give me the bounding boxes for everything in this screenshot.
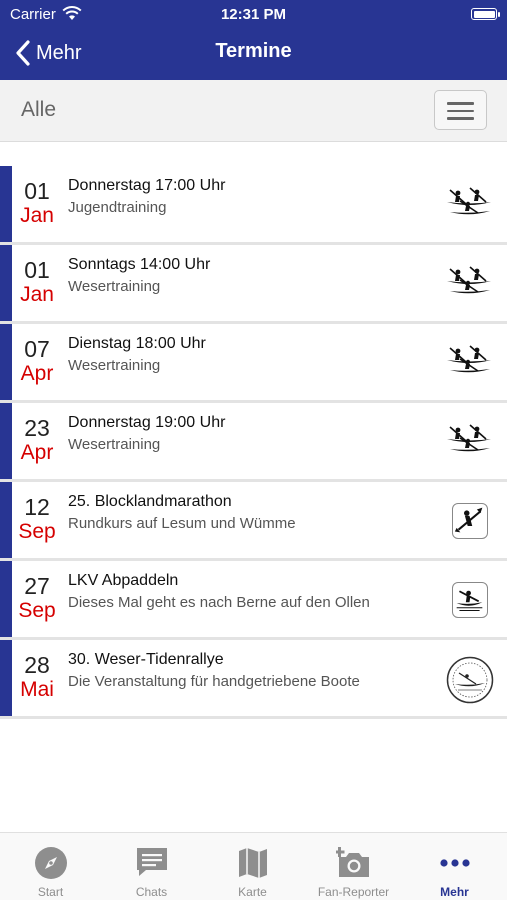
event-subtitle: Wesertraining — [68, 357, 161, 374]
event-title: LKV Abpaddeln — [68, 572, 179, 589]
more-dots-icon — [439, 859, 470, 867]
tab-label: Start — [37, 885, 64, 899]
event-title: 30. Weser-Tidenrallye — [68, 651, 224, 668]
tab-start[interactable]: Start — [0, 833, 101, 901]
event-row[interactable]: 01 Jan Donnerstag 17:00 Uhr Jugendtraini… — [0, 166, 507, 245]
event-row[interactable]: 27 Sep LKV Abpaddeln Dieses Mal geht es … — [0, 561, 507, 640]
tab-label: Fan-Reporter — [317, 885, 390, 899]
event-day: 12 — [24, 494, 50, 520]
event-title: Donnerstag 19:00 Uhr — [68, 414, 226, 431]
event-subtitle: Die Veranstaltung für handgetriebene Boo… — [68, 673, 360, 690]
event-row[interactable]: 23 Apr Donnerstag 19:00 Uhr Wesertrainin… — [0, 403, 507, 482]
filter-menu-button[interactable] — [434, 90, 487, 130]
event-list: 01 Jan Donnerstag 17:00 Uhr Jugendtraini… — [0, 166, 507, 719]
event-day: 07 — [24, 336, 50, 362]
tab-label: Karte — [238, 885, 267, 899]
row-accent-bar — [0, 245, 12, 321]
compass-icon — [34, 847, 67, 879]
event-title: 25. Blocklandmarathon — [68, 493, 232, 510]
event-row[interactable]: 12 Sep 25. Blocklandmarathon Rundkurs au… — [0, 482, 507, 561]
tab-label: Chats — [135, 885, 168, 899]
paddler-badge-icon — [452, 503, 488, 539]
event-row[interactable]: 07 Apr Dienstag 18:00 Uhr Wesertraining — [0, 324, 507, 403]
event-subtitle: Wesertraining — [68, 436, 161, 453]
row-accent-bar — [0, 482, 12, 558]
status-bar: Carrier 12:31 PM — [0, 0, 507, 30]
event-row[interactable]: 28 Mai 30. Weser-Tidenrallye Die Veranst… — [0, 640, 507, 719]
event-month: Sep — [18, 520, 56, 543]
navigation-bar: Carrier 12:31 PM Mehr Termine — [0, 0, 507, 80]
kayak-paddlers-icon — [447, 345, 491, 373]
event-day: 23 — [24, 415, 50, 441]
kayak-badge-icon — [452, 582, 488, 618]
filter-label[interactable]: Alle — [21, 98, 56, 122]
battery-icon — [471, 8, 500, 20]
page-title: Termine — [215, 40, 292, 62]
camera-plus-icon — [335, 847, 369, 877]
event-month: Sep — [18, 599, 56, 622]
row-accent-bar — [0, 403, 12, 479]
event-row[interactable]: 01 Jan Sonntags 14:00 Uhr Wesertraining — [0, 245, 507, 324]
row-accent-bar — [0, 561, 12, 637]
battery-level — [473, 10, 495, 18]
event-subtitle: Dieses Mal geht es nach Berne auf den Ol… — [68, 594, 370, 611]
event-day: 27 — [24, 573, 50, 599]
event-day: 01 — [24, 257, 50, 283]
filter-bar: Alle — [0, 80, 507, 142]
tab-label: Mehr — [440, 885, 469, 899]
event-month: Jan — [20, 204, 54, 227]
event-day: 28 — [24, 652, 50, 678]
event-title: Dienstag 18:00 Uhr — [68, 335, 206, 352]
event-title: Sonntags 14:00 Uhr — [68, 256, 211, 273]
kayak-paddlers-icon — [447, 266, 491, 294]
tab-mehr[interactable]: Mehr — [404, 833, 505, 901]
tab-chats[interactable]: Chats — [101, 833, 202, 901]
event-month: Apr — [20, 441, 54, 464]
event-title: Donnerstag 17:00 Uhr — [68, 177, 226, 194]
tab-karte[interactable]: Karte — [202, 833, 303, 901]
row-accent-bar — [0, 324, 12, 400]
event-subtitle: Wesertraining — [68, 278, 161, 295]
kayak-paddlers-icon — [447, 187, 491, 215]
map-icon — [238, 848, 267, 878]
status-time: 12:31 PM — [220, 6, 287, 23]
kayak-paddlers-icon — [447, 424, 491, 452]
row-accent-bar — [0, 166, 12, 242]
event-month: Mai — [20, 678, 54, 701]
event-month: Apr — [20, 362, 54, 385]
event-month: Jan — [20, 283, 54, 306]
rally-seal-icon — [446, 656, 494, 704]
tab-fan-reporter[interactable]: Fan-Reporter — [303, 833, 404, 901]
chat-icon — [136, 848, 167, 876]
row-accent-bar — [0, 640, 12, 716]
event-subtitle: Jugendtraining — [68, 199, 167, 216]
tab-bar: Start Chats Karte Fan-Reporter Mehr — [0, 832, 507, 900]
event-day: 01 — [24, 178, 50, 204]
event-subtitle: Rundkurs auf Lesum und Wümme — [68, 515, 296, 532]
